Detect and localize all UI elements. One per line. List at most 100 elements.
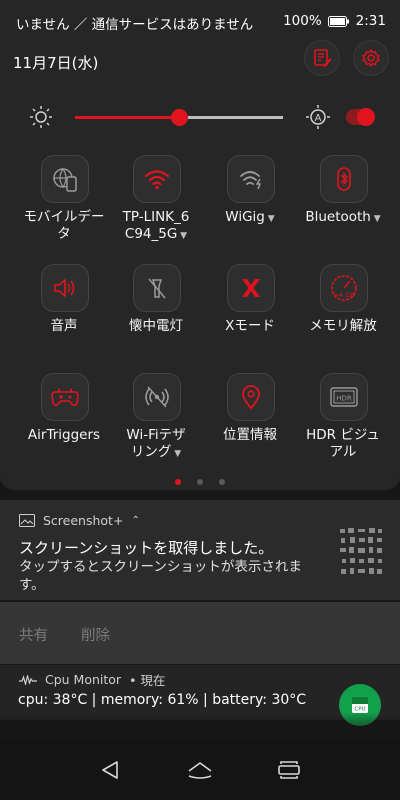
page-dot[interactable] — [219, 479, 225, 485]
tile-wifi-tethering[interactable]: Wi-Fiテザ リング ▼ — [109, 373, 203, 473]
gear-icon — [362, 49, 380, 67]
delete-button[interactable]: 削除 — [81, 624, 110, 645]
battery-percent: 100% — [283, 13, 322, 29]
tile-icon-box — [320, 155, 368, 203]
svg-text:A: A — [315, 113, 322, 124]
clock: 2:31 — [355, 13, 386, 29]
edit-tiles-button[interactable] — [304, 40, 340, 76]
shade-fade — [0, 712, 400, 740]
tile-icon-box — [41, 155, 89, 203]
caret-down-icon[interactable]: ▼ — [371, 214, 381, 224]
tile-label: 位置情報 — [223, 427, 277, 443]
auto-brightness-icon: A — [306, 105, 330, 129]
navigation-bar — [0, 740, 400, 800]
caret-down-icon[interactable]: ▼ — [177, 231, 187, 241]
tile-label: モバイルデー タ — [23, 209, 105, 242]
status-bar: いません ／ 通信サービスはありません 100% 2:31 — [0, 0, 400, 44]
airtriggers-icon — [51, 389, 79, 407]
quick-settings-panel: いません ／ 通信サービスはありません 100% 2:31 11月7日(水) A… — [0, 0, 400, 490]
tile-label: メモリ解放 — [309, 318, 377, 334]
tile-label: 音声 — [50, 318, 78, 334]
tile-icon-box — [41, 373, 89, 421]
brightness-slider[interactable] — [75, 109, 283, 126]
date-label: 11月7日(水) — [13, 54, 99, 72]
notification-title: スクリーンショットを取得しました。 — [19, 539, 274, 557]
bluetooth-icon — [337, 167, 351, 191]
brightness-slider-fill — [75, 116, 179, 119]
tile-icon-box: HDR — [320, 373, 368, 421]
tile-airtriggers[interactable]: AirTriggers — [17, 373, 111, 473]
tile-label-text: WiGig — [225, 209, 265, 225]
tile-label-text: Bluetooth — [305, 209, 371, 225]
back-icon[interactable] — [97, 758, 125, 782]
notification-header: Screenshot+ ⌃ — [19, 513, 140, 528]
screenshot-thumbnail[interactable] — [338, 525, 384, 580]
notification-time: • 現在 — [129, 673, 166, 688]
battery-icon — [327, 15, 349, 27]
settings-button[interactable] — [353, 40, 389, 76]
tile-label: AirTriggers — [27, 427, 101, 443]
tile-label: HDR ビジュ アル — [306, 427, 380, 460]
tile-wigig[interactable]: WiGig ▼ — [203, 155, 297, 255]
brightness-row: A — [0, 100, 400, 134]
notification-app-name: Cpu Monitor — [45, 672, 122, 687]
notification-app-name: Screenshot+ — [43, 513, 124, 528]
toggle-knob — [357, 108, 375, 126]
hdr-icon: HDR — [330, 387, 358, 407]
tile-icon-box: >4 GB — [320, 264, 368, 312]
tile-icon-box — [133, 264, 181, 312]
tile-memory-boost[interactable]: >4 GB メモリ解放 — [296, 264, 390, 364]
tile-location[interactable]: 位置情報 — [203, 373, 297, 473]
caret-down-icon[interactable]: ▼ — [171, 449, 181, 459]
tile-label: Wi-Fiテザ リング ▼ — [105, 427, 207, 463]
tile-label: TP-LINK_6 C94_5G ▼ — [105, 209, 207, 245]
home-icon[interactable] — [186, 758, 214, 782]
pulse-icon — [19, 674, 37, 685]
tile-icon-box — [133, 155, 181, 203]
wigig-icon — [240, 171, 262, 190]
x-mode-icon — [242, 279, 260, 297]
brightness-low-icon — [30, 106, 52, 128]
notification-header: Cpu Monitor • 現在 — [19, 670, 165, 689]
tile-bluetooth[interactable]: Bluetooth ▼ — [296, 155, 390, 255]
location-icon — [242, 385, 260, 410]
tile-icon-box — [133, 373, 181, 421]
tile-wifi[interactable]: TP-LINK_6 C94_5G ▼ — [109, 155, 203, 255]
notification-shade: いません ／ 通信サービスはありません 100% 2:31 11月7日(水) A… — [0, 0, 400, 800]
tile-sound[interactable]: 音声 — [17, 264, 111, 364]
image-icon — [19, 514, 35, 527]
tile-mobile-data[interactable]: モバイルデー タ — [17, 155, 111, 255]
caret-down-icon[interactable]: ▼ — [265, 214, 275, 224]
page-dot[interactable] — [175, 479, 181, 485]
flashlight-icon — [148, 278, 166, 299]
recent-apps-icon[interactable] — [275, 758, 303, 782]
tile-flashlight[interactable]: 懐中電灯 — [109, 264, 203, 364]
tile-icon-box — [227, 264, 275, 312]
auto-brightness-toggle[interactable] — [346, 108, 375, 126]
carrier-status-text: いません ／ 通信サービスはありません — [16, 17, 254, 33]
wifi-tethering-icon — [145, 386, 169, 408]
tile-icon-box — [41, 264, 89, 312]
notification-actions: 共有 削除 — [0, 602, 400, 664]
notification-body: cpu: 38°C | memory: 61% | battery: 30°C — [18, 692, 307, 708]
memory-boost-icon: >4 GB — [331, 275, 357, 301]
tile-icon-box — [227, 373, 275, 421]
tile-label: Xモード — [225, 318, 275, 334]
tile-icon-box — [227, 155, 275, 203]
hdr-badge: HDR — [336, 395, 352, 403]
notification-body: タップするとスクリーンショットが表示されます。 — [19, 559, 302, 593]
status-right: 100% 2:31 — [283, 13, 386, 29]
tile-label: WiGig ▼ — [199, 209, 301, 228]
edit-icon — [314, 49, 332, 67]
memory-badge: >4 GB — [333, 291, 354, 299]
tile-label: Bluetooth ▼ — [292, 209, 394, 228]
chevron-up-icon[interactable]: ⌃ — [131, 515, 139, 526]
page-indicator — [0, 470, 400, 489]
page-dot[interactable] — [197, 479, 203, 485]
tile-hdr-visual[interactable]: HDR HDR ビジュ アル — [296, 373, 390, 473]
sound-icon — [54, 279, 75, 297]
brightness-slider-thumb[interactable] — [171, 109, 188, 126]
share-button[interactable]: 共有 — [19, 624, 48, 645]
tile-x-mode[interactable]: Xモード — [203, 264, 297, 364]
mobile-data-icon — [53, 168, 77, 192]
